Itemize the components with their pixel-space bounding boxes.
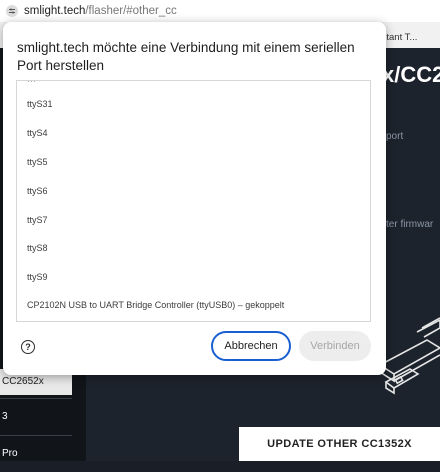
firmware-text: ter firmwar xyxy=(386,219,434,230)
dialog-title: smlight.tech möchte eine Verbindung mit … xyxy=(17,40,355,73)
port-list[interactable]: … ttyS31 ttyS4 ttyS5 ttyS6 ttyS7 ttyS8 t… xyxy=(16,80,371,322)
port-item-partial: … xyxy=(27,81,36,84)
port-item-ttys6[interactable]: ttyS6 xyxy=(27,186,48,196)
port-item-ttys8[interactable]: ttyS8 xyxy=(27,243,48,253)
site-settings-icon[interactable] xyxy=(6,5,18,17)
sidebar-item-3[interactable]: 3 xyxy=(0,398,72,435)
address-bar[interactable]: smlight.tech/flasher/#other_cc xyxy=(0,0,440,23)
page-heading: x/CC2 xyxy=(382,62,440,87)
update-cc1352x-button[interactable]: UPDATE OTHER CC1352X xyxy=(239,427,440,461)
url-path: /flasher/#other_cc xyxy=(85,5,177,17)
serial-port-dialog: smlight.tech möchte eine Verbindung mit … xyxy=(3,22,386,375)
port-item-ttyusb0[interactable]: CP2102N USB to UART Bridge Controller (t… xyxy=(27,300,284,310)
sidebar-item-pro[interactable]: Pro xyxy=(0,435,72,472)
connect-button[interactable]: Verbinden xyxy=(299,331,371,361)
help-icon[interactable]: ? xyxy=(21,340,35,354)
url-host: smlight.tech xyxy=(24,5,86,17)
port-item-ttys5[interactable]: ttyS5 xyxy=(27,157,48,167)
support-text: port xyxy=(386,131,404,142)
port-item-ttys9[interactable]: ttyS9 xyxy=(27,272,48,282)
port-item-ttys31[interactable]: ttyS31 xyxy=(27,99,53,109)
port-item-ttys4[interactable]: ttyS4 xyxy=(27,128,48,138)
cancel-button[interactable]: Abbrechen xyxy=(211,331,291,361)
port-item-ttys7[interactable]: ttyS7 xyxy=(27,215,48,225)
